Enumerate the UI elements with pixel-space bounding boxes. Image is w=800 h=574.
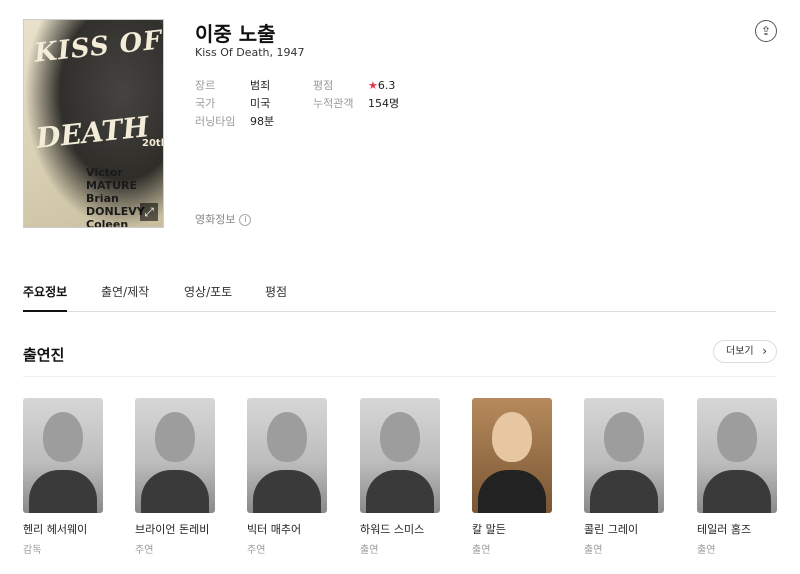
photo-head bbox=[380, 412, 420, 462]
cast-photo bbox=[247, 398, 327, 513]
photo-head bbox=[604, 412, 644, 462]
cast-photo bbox=[23, 398, 103, 513]
cast-section-title: 출연진 bbox=[23, 346, 65, 364]
runtime-row: 러닝타임 98분 bbox=[195, 113, 274, 129]
photo-body bbox=[703, 470, 771, 513]
runtime-value: 98분 bbox=[250, 115, 275, 128]
photo-body bbox=[366, 470, 434, 513]
section-divider bbox=[23, 376, 776, 377]
movie-info-link[interactable]: 영화정보 i bbox=[195, 211, 252, 227]
audience-label: 누적관객 bbox=[313, 97, 354, 110]
photo-body bbox=[590, 470, 658, 513]
movie-original-title: Kiss Of Death, 1947 bbox=[195, 46, 305, 59]
photo-body bbox=[478, 470, 546, 513]
cast-photo bbox=[472, 398, 552, 513]
photo-head bbox=[492, 412, 532, 462]
cast-card[interactable]: 하워드 스미스 출연 bbox=[360, 398, 440, 556]
movie-title: 이중 노출 bbox=[195, 22, 276, 46]
tab-ratings[interactable]: 평점 bbox=[265, 283, 287, 310]
audience-row: 누적관객 154명 bbox=[313, 95, 399, 111]
cast-card[interactable]: 헨리 헤서웨이 감독 bbox=[23, 398, 103, 556]
share-icon[interactable]: ⇪ bbox=[755, 20, 777, 42]
cast-role: 출연 bbox=[584, 545, 603, 556]
cast-name: 테일러 홈즈 bbox=[697, 523, 752, 536]
cast-photo bbox=[697, 398, 777, 513]
photo-body bbox=[29, 470, 97, 513]
country-row: 국가 미국 bbox=[195, 95, 270, 111]
cast-photo bbox=[584, 398, 664, 513]
cast-photo bbox=[135, 398, 215, 513]
photo-body bbox=[253, 470, 321, 513]
photo-body bbox=[141, 470, 209, 513]
photo-head bbox=[267, 412, 307, 462]
cast-name: 빅터 매추어 bbox=[247, 523, 302, 536]
photo-head bbox=[43, 412, 83, 462]
genre-value: 범죄 bbox=[250, 79, 271, 92]
movie-poster[interactable]: KISS OF DEATH 20th Victor MATURE Brian D… bbox=[23, 19, 164, 228]
cast-name: 헨리 헤서웨이 bbox=[23, 523, 88, 536]
rating-label: 평점 bbox=[313, 79, 334, 92]
cast-name: 칼 말든 bbox=[472, 523, 506, 536]
poster-cast-line: Victor MATURE bbox=[86, 166, 138, 192]
cast-card[interactable]: 빅터 매추어 주연 bbox=[247, 398, 327, 556]
rating-row: 평점 ★6.3 bbox=[313, 77, 395, 93]
rating-value: 6.3 bbox=[377, 79, 396, 92]
cast-card[interactable]: 칼 말든 출연 bbox=[472, 398, 552, 556]
cast-role: 주연 bbox=[135, 545, 154, 556]
star-icon: ★ bbox=[368, 79, 378, 92]
cast-role: 출연 bbox=[360, 545, 379, 556]
country-label: 국가 bbox=[195, 97, 216, 110]
tab-main-info[interactable]: 주요정보 bbox=[23, 283, 68, 312]
tab-cast-crew[interactable]: 출연/제작 bbox=[101, 283, 149, 310]
photo-head bbox=[155, 412, 195, 462]
cast-name: 브라이언 돈레비 bbox=[135, 523, 210, 536]
cast-role: 주연 bbox=[247, 545, 266, 556]
genre-label: 장르 bbox=[195, 79, 216, 92]
cast-card[interactable]: 브라이언 돈레비 주연 bbox=[135, 398, 215, 556]
cast-role: 출연 bbox=[472, 545, 491, 556]
cast-photo bbox=[360, 398, 440, 513]
cast-name: 하워드 스미스 bbox=[360, 523, 425, 536]
poster-studio: 20th bbox=[142, 138, 163, 149]
more-button[interactable]: 더보기 › bbox=[713, 340, 777, 363]
more-button-label: 더보기 bbox=[726, 346, 754, 357]
cast-role: 출연 bbox=[697, 545, 716, 556]
info-icon: i bbox=[239, 214, 252, 226]
runtime-label: 러닝타임 bbox=[195, 115, 236, 128]
cast-role: 감독 bbox=[23, 545, 42, 556]
genre-row: 장르 범죄 bbox=[195, 77, 270, 93]
cast-name: 콜린 그레이 bbox=[584, 523, 639, 536]
expand-icon[interactable]: ⤢ bbox=[140, 203, 158, 221]
tab-video-photo[interactable]: 영상/포토 bbox=[184, 283, 232, 310]
audience-value: 154명 bbox=[368, 97, 400, 110]
movie-info-label: 영화정보 bbox=[195, 213, 236, 226]
photo-head bbox=[717, 412, 757, 462]
cast-card[interactable]: 테일러 홈즈 출연 bbox=[697, 398, 777, 556]
chevron-right-icon: › bbox=[762, 344, 767, 358]
tab-bar: 주요정보 출연/제작 영상/포토 평점 bbox=[23, 283, 776, 312]
country-value: 미국 bbox=[250, 97, 271, 110]
cast-card[interactable]: 콜린 그레이 출연 bbox=[584, 398, 664, 556]
